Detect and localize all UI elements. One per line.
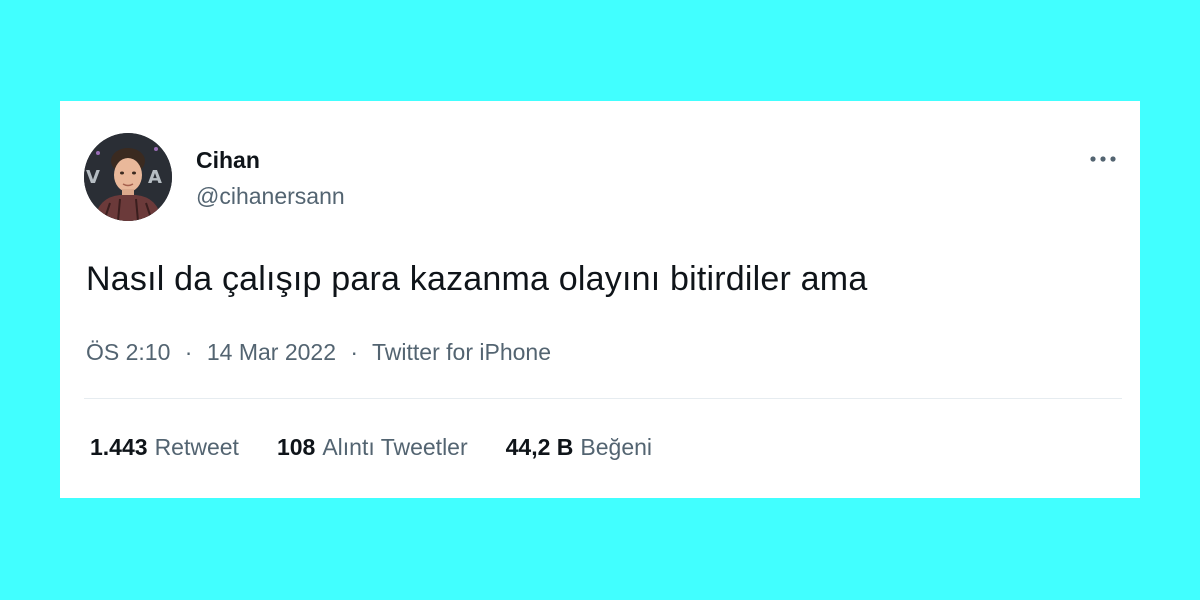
quote-tweet-count[interactable]: 108 Alıntı Tweetler (277, 432, 468, 462)
stat-value: 44,2 B (505, 434, 574, 460)
author-handle[interactable]: @cihanersann (196, 182, 345, 210)
tweet-time[interactable]: ÖS 2:10 (86, 339, 170, 365)
svg-text:A: A (148, 167, 162, 188)
like-count[interactable]: 44,2 B Beğeni (506, 432, 652, 462)
stat-label: Beğeni (580, 434, 653, 460)
tweet-date[interactable]: 14 Mar 2022 (207, 339, 336, 365)
author-name[interactable]: Cihan (196, 146, 260, 174)
stat-label: Alıntı Tweetler (322, 434, 468, 460)
meta-separator: · (350, 339, 359, 365)
meta-separator: · (184, 339, 193, 365)
tweet-source[interactable]: Twitter for iPhone (372, 339, 551, 365)
retweet-count[interactable]: 1.443 Retweet (90, 432, 239, 462)
more-button[interactable] (1086, 145, 1120, 173)
stat-label: Retweet (154, 434, 239, 460)
stat-value: 108 (276, 434, 316, 460)
tweet-meta: ÖS 2:10 · 14 Mar 2022 · Twitter for iPho… (86, 337, 551, 367)
svg-text:V: V (86, 167, 100, 188)
avatar-image: V A (84, 133, 172, 221)
stat-value: 1.443 (90, 434, 148, 460)
tweet-card: V A Cihan @cihanersann Nasıl da çalışıp … (60, 101, 1140, 498)
tweet-text: Nasıl da çalışıp para kazanma olayını bi… (86, 260, 868, 298)
avatar[interactable]: V A (84, 133, 172, 221)
tweet-stats: 1.443 Retweet 108 Alıntı Tweetler 44,2 B Be… (90, 432, 652, 462)
more-horizontal-icon (1090, 156, 1116, 162)
divider (84, 398, 1122, 399)
